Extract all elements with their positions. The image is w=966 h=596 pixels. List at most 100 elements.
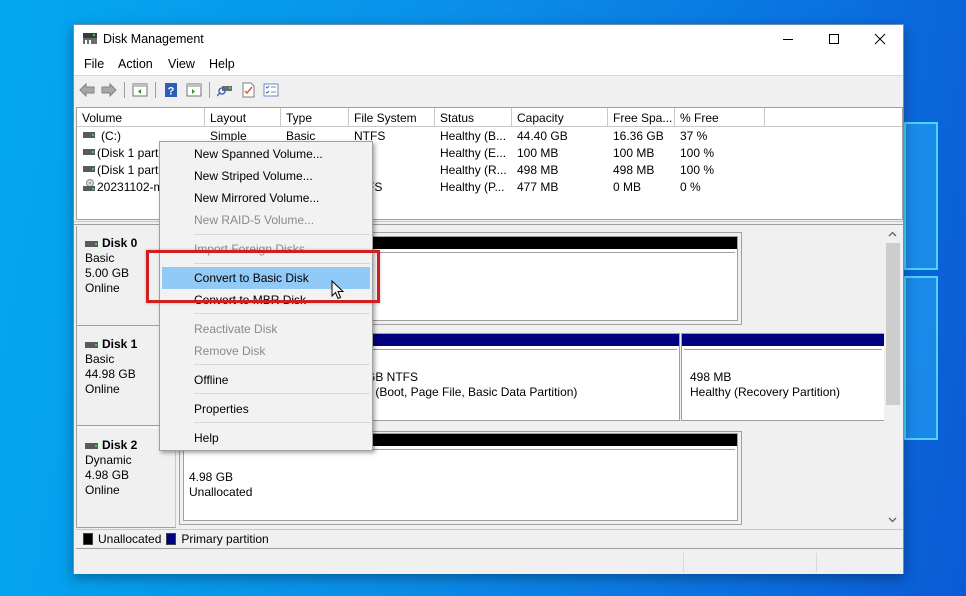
- checklist-icon: [263, 83, 279, 97]
- partition-info: 4.98 GB Unallocated: [186, 449, 735, 518]
- volume-status: Healthy (E...: [440, 146, 507, 160]
- status-bar: [74, 551, 903, 574]
- back-button[interactable]: [78, 81, 96, 99]
- menu-help[interactable]: Help: [209, 57, 235, 71]
- show-action-pane-icon: [186, 83, 202, 97]
- volume-percent-free: 100 %: [680, 163, 715, 177]
- cd-drive-icon: [83, 179, 95, 191]
- partition-status: Unallocated: [189, 485, 253, 499]
- disk-size: 4.98 GB: [85, 468, 130, 482]
- disk-name: Disk 2: [102, 438, 138, 452]
- scroll-up-button[interactable]: [884, 226, 901, 242]
- rescan-disks-button[interactable]: [216, 81, 234, 99]
- checklist-button[interactable]: [262, 81, 280, 99]
- volume-status: Healthy (P...: [440, 180, 505, 194]
- menu-new-mirrored-volume[interactable]: New Mirrored Volume...: [162, 187, 370, 209]
- volume-capacity: 100 MB: [517, 146, 559, 160]
- column-header-empty: [765, 108, 902, 127]
- column-header-volume[interactable]: Volume: [77, 108, 205, 127]
- legend: Unallocated Primary partition: [76, 529, 903, 549]
- disk-icon: [85, 240, 98, 247]
- title-bar[interactable]: Disk Management: [74, 25, 903, 53]
- properties-icon: [242, 82, 255, 98]
- forward-arrow-icon: [101, 83, 117, 97]
- menu-properties[interactable]: Properties: [162, 398, 370, 420]
- status-separator: [683, 553, 684, 572]
- volume-name: (Disk 1 parti: [97, 163, 159, 177]
- volume-capacity: 477 MB: [517, 180, 559, 194]
- column-header-capacity[interactable]: Capacity: [512, 108, 608, 127]
- menu-separator: [194, 364, 370, 365]
- show-action-pane-button[interactable]: [185, 81, 203, 99]
- show-hide-console-tree-icon: [132, 83, 148, 97]
- column-header-file-system[interactable]: File System: [349, 108, 435, 127]
- disk-management-app-icon: [83, 33, 97, 44]
- volume-percent-free: 37 %: [680, 129, 708, 143]
- volume-name: (C:): [101, 129, 121, 143]
- toolbar-separator: [155, 82, 156, 98]
- partition-primary-recovery[interactable]: 498 MB Healthy (Recovery Partition): [681, 333, 885, 421]
- forward-button[interactable]: [100, 81, 118, 99]
- partition-info: 498 MB Healthy (Recovery Partition): [684, 349, 882, 418]
- help-button[interactable]: ?: [162, 81, 180, 99]
- column-header-layout[interactable]: Layout: [205, 108, 281, 127]
- disk-name: Disk 1: [102, 337, 138, 351]
- partition-status: Healthy (Recovery Partition): [690, 385, 841, 399]
- menu-action[interactable]: Action: [118, 57, 153, 71]
- partition-status: y (Boot, Page File, Basic Data Partition…: [366, 385, 578, 399]
- chevron-up-icon: [888, 231, 897, 237]
- primary-partition-bar: [682, 334, 884, 346]
- column-header-percent-free[interactable]: % Free: [675, 108, 765, 127]
- close-icon: [874, 33, 886, 45]
- legend-unallocated: Unallocated: [98, 532, 162, 546]
- volume-name: (Disk 1 parti: [97, 146, 159, 160]
- unallocated-swatch: [83, 533, 93, 545]
- rescan-disks-icon: [217, 86, 232, 97]
- menu-file[interactable]: File: [84, 57, 104, 71]
- drive-icon: [83, 166, 95, 172]
- toolbar: ?: [74, 77, 903, 104]
- show-hide-console-tree-button[interactable]: [131, 81, 149, 99]
- volume-capacity: 498 MB: [517, 163, 559, 177]
- volume-status: Healthy (B...: [440, 129, 507, 143]
- menu-separator: [194, 234, 370, 235]
- menu-new-raid5-volume: New RAID-5 Volume...: [194, 213, 315, 227]
- disk-icon: [85, 442, 98, 449]
- drive-icon: [83, 132, 95, 138]
- column-header-type[interactable]: Type: [281, 108, 349, 127]
- column-header-status[interactable]: Status: [435, 108, 512, 127]
- properties-button[interactable]: [239, 81, 257, 99]
- menu-help[interactable]: Help: [162, 427, 370, 449]
- volume-free-space: 100 MB: [613, 146, 655, 160]
- menu-separator: [194, 422, 370, 423]
- minimize-icon: [783, 39, 793, 40]
- scroll-thumb[interactable]: [886, 243, 900, 405]
- close-button[interactable]: [857, 25, 903, 53]
- menu-new-striped-volume[interactable]: New Striped Volume...: [162, 165, 370, 187]
- svg-text:?: ?: [168, 86, 175, 98]
- toolbar-separator: [124, 82, 125, 98]
- volume-free-space: 498 MB: [613, 163, 655, 177]
- menu-reactivate-disk: Reactivate Disk: [194, 322, 278, 336]
- menu-bar: File Action View Help: [74, 53, 903, 76]
- disk-pane-scrollbar[interactable]: [884, 226, 901, 528]
- volume-name: 20231102-m: [97, 180, 159, 194]
- menu-separator: [194, 263, 370, 264]
- partition-size: 498 MB: [690, 370, 732, 384]
- disk-state: Online: [85, 483, 120, 497]
- menu-separator: [194, 393, 370, 394]
- volume-free-space: 16.36 GB: [613, 129, 664, 143]
- minimize-button[interactable]: [765, 25, 811, 53]
- column-header-free-space[interactable]: Free Spa...: [608, 108, 675, 127]
- scroll-down-button[interactable]: [884, 512, 901, 528]
- status-separator: [816, 553, 817, 572]
- maximize-icon: [829, 34, 839, 44]
- partition-size: 4.98 GB: [189, 470, 234, 484]
- menu-new-spanned-volume[interactable]: New Spanned Volume...: [162, 143, 370, 165]
- menu-offline[interactable]: Offline: [162, 369, 370, 391]
- window-title: Disk Management: [103, 32, 204, 46]
- menu-remove-disk: Remove Disk: [194, 344, 266, 358]
- volume-percent-free: 0 %: [680, 180, 701, 194]
- maximize-button[interactable]: [811, 25, 857, 53]
- menu-view[interactable]: View: [168, 57, 195, 71]
